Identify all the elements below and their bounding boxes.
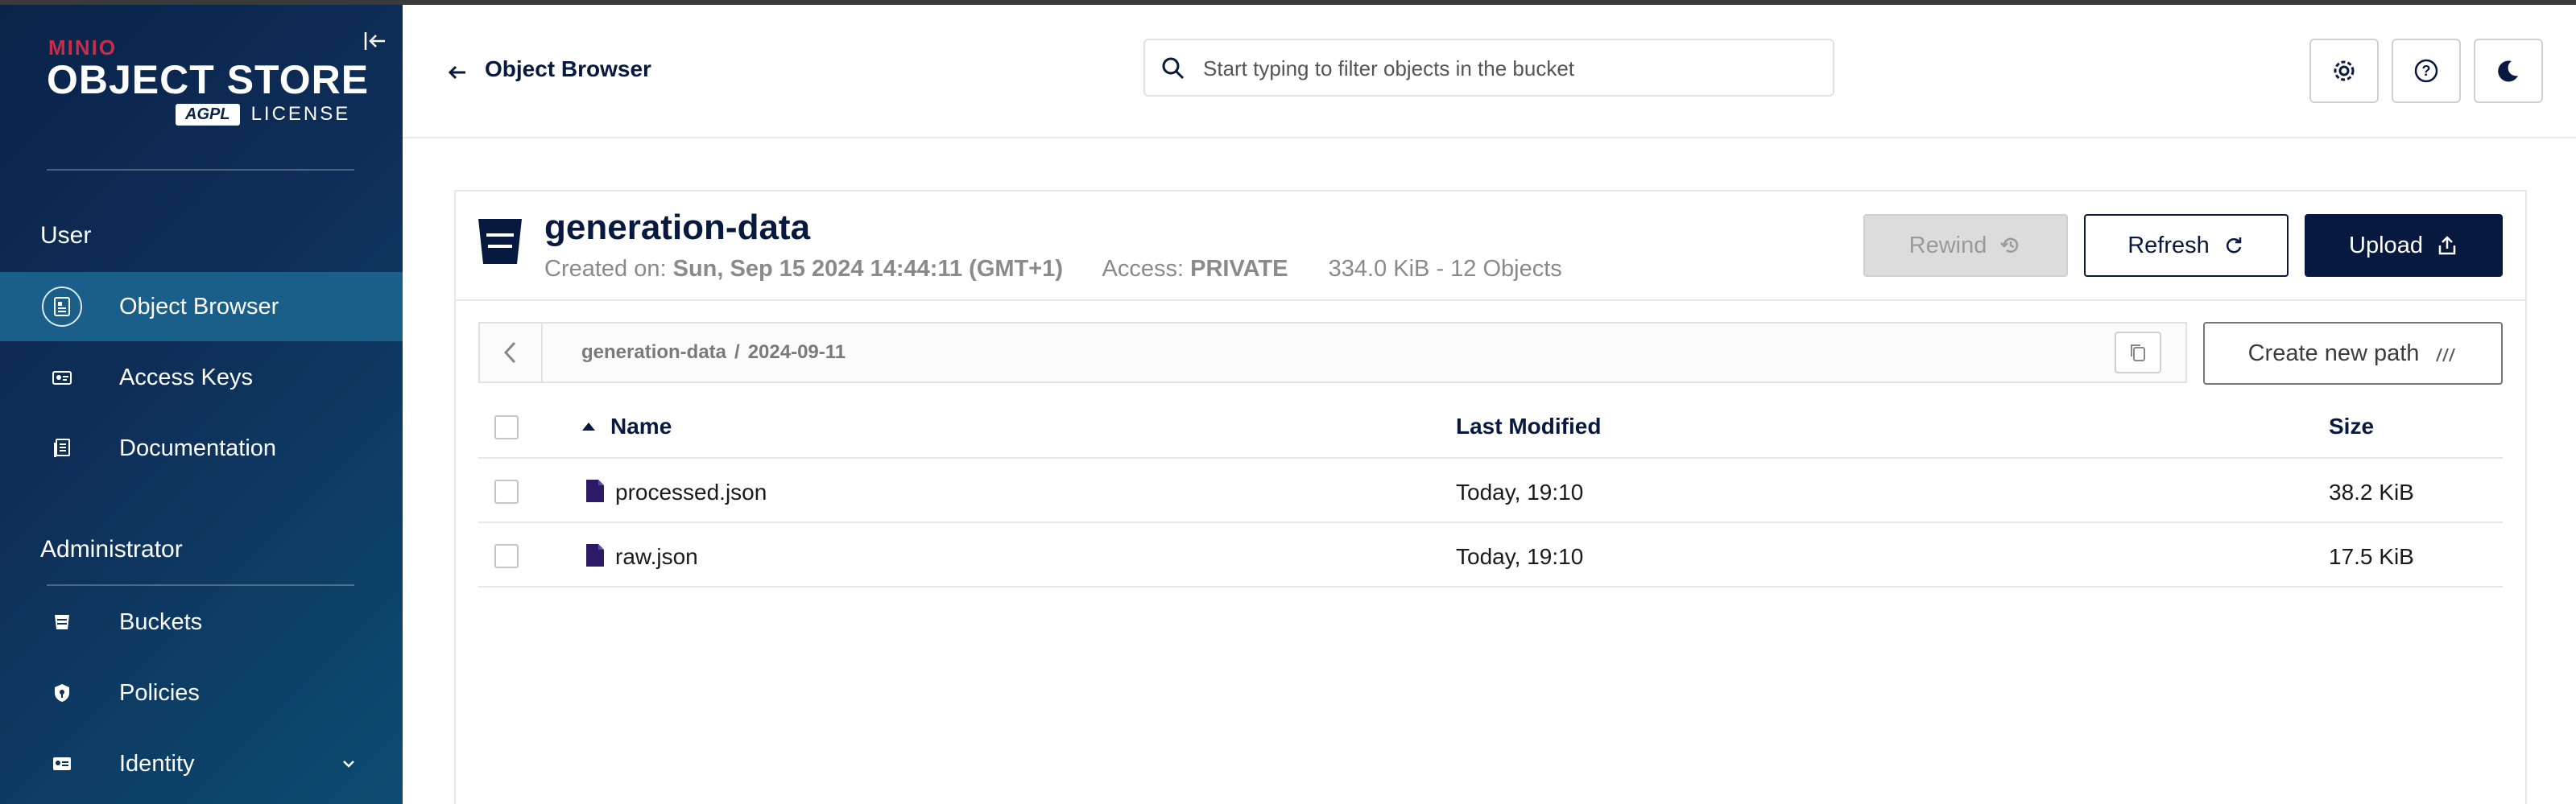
object-browser-icon [42, 287, 82, 327]
documentation-icon [42, 428, 82, 468]
access-keys-icon [42, 357, 82, 398]
search-box[interactable] [1143, 39, 1834, 97]
file-icon [586, 480, 604, 502]
page-title: Object Browser [485, 56, 651, 81]
agpl-badge: AGPL [176, 103, 240, 126]
sidebar-item-label: Object Browser [119, 293, 279, 320]
panel-divider [456, 299, 2525, 301]
search-icon [1162, 57, 1185, 80]
new-path-icon [2436, 348, 2456, 362]
breadcrumb-back-button[interactable] [480, 324, 543, 381]
settings-button[interactable] [2309, 39, 2379, 103]
bucket-meta: Created on: Sun, Sep 15 2024 14:44:11 (G… [544, 256, 1562, 282]
brand-object-store: OBJECT STORE [47, 57, 370, 102]
sidebar-item-label: Documentation [119, 435, 277, 461]
svg-text:?: ? [2422, 63, 2431, 79]
license-text: LICENSE [250, 103, 351, 125]
header-divider [403, 137, 2576, 138]
chevron-left-icon [503, 341, 516, 364]
gear-icon [2334, 60, 2355, 81]
copy-path-button[interactable] [2115, 332, 2161, 373]
sidebar-item-identity[interactable]: Identity [0, 729, 403, 798]
sidebar-item-label: Identity [119, 750, 195, 777]
row-checkbox[interactable] [494, 480, 519, 504]
breadcrumb-path: generation-data / 2024-09-11 [581, 341, 846, 364]
sidebar-item-buckets[interactable]: Buckets [0, 588, 403, 657]
sidebar-item-object-browser[interactable]: Object Browser [0, 272, 403, 341]
created-label: Created on: [544, 256, 667, 282]
row-checkbox[interactable] [494, 544, 519, 568]
object-size: 38.2 KiB [2329, 480, 2414, 505]
sidebar-item-label: Buckets [119, 608, 203, 635]
section-administrator: Administrator [40, 536, 183, 563]
breadcrumb-bucket[interactable]: generation-data [581, 341, 726, 363]
object-modified: Today, 19:10 [1456, 480, 1584, 505]
brand-license: AGPL LICENSE [176, 103, 350, 126]
upload-label: Upload [2349, 232, 2423, 258]
table-row[interactable]: processed.json Today, 19:10 38.2 KiB [478, 460, 2503, 523]
sidebar-item-access-keys[interactable]: Access Keys [0, 343, 403, 412]
sidebar-divider [47, 169, 354, 171]
column-header-name[interactable]: Name [610, 414, 672, 439]
section-user: User [40, 222, 92, 249]
select-all-checkbox[interactable] [494, 415, 519, 439]
help-icon: ? [2414, 59, 2438, 83]
breadcrumb-folder[interactable]: 2024-09-11 [748, 341, 846, 363]
policy-shield-icon [42, 673, 82, 713]
column-header-size[interactable]: Size [2329, 414, 2374, 439]
collapse-sidebar-icon[interactable] [361, 27, 388, 55]
rewind-button[interactable]: Rewind [1863, 214, 2068, 277]
search-input[interactable] [1201, 52, 1817, 85]
table-row[interactable]: raw.json Today, 19:10 17.5 KiB [478, 525, 2503, 588]
created-value: Sun, Sep 15 2024 14:44:11 (GMT+1) [672, 256, 1063, 282]
sidebar-divider [47, 584, 354, 586]
rewind-label: Rewind [1908, 232, 1987, 258]
table-header: Name Last Modified Size [478, 396, 2503, 459]
bucket-icon [478, 219, 522, 264]
history-icon [2000, 237, 2019, 253]
chevron-down-icon[interactable] [338, 753, 359, 774]
bucket-summary: 334.0 KiB - 12 Objects [1328, 256, 1562, 282]
sidebar-item-policies[interactable]: Policies [0, 658, 403, 728]
refresh-icon [2226, 237, 2242, 254]
back-arrow-icon[interactable] [444, 60, 470, 85]
bucket-icon [42, 602, 82, 642]
breadcrumb-separator: / [734, 341, 740, 363]
breadcrumb: generation-data / 2024-09-11 [478, 322, 2187, 383]
sidebar-item-label: Policies [119, 679, 200, 706]
object-name[interactable]: raw.json [615, 544, 698, 570]
create-path-label: Create new path [2247, 340, 2420, 366]
column-header-last-modified[interactable]: Last Modified [1456, 414, 1601, 439]
access-value: PRIVATE [1190, 256, 1288, 282]
upload-button[interactable]: Upload [2305, 214, 2503, 277]
copy-icon [2131, 344, 2145, 361]
object-size: 17.5 KiB [2329, 544, 2414, 569]
file-icon [586, 544, 604, 567]
sidebar: MINIO OBJECT STORE AGPL LICENSE User Obj… [0, 5, 403, 804]
access-label: Access: [1102, 256, 1185, 282]
object-modified: Today, 19:10 [1456, 544, 1584, 569]
bucket-name: generation-data [544, 208, 811, 247]
refresh-button[interactable]: Refresh [2084, 214, 2289, 277]
identity-card-icon [42, 744, 82, 784]
object-name[interactable]: processed.json [615, 480, 767, 505]
moon-icon [2498, 60, 2518, 82]
sort-ascending-icon[interactable] [581, 422, 596, 431]
sidebar-item-label: Access Keys [119, 364, 253, 390]
dark-mode-button[interactable] [2474, 39, 2543, 103]
refresh-label: Refresh [2127, 232, 2210, 258]
help-button[interactable]: ? [2392, 39, 2461, 103]
create-new-path-button[interactable]: Create new path [2203, 322, 2503, 385]
upload-icon [2438, 236, 2456, 255]
sidebar-item-documentation[interactable]: Documentation [0, 414, 403, 483]
